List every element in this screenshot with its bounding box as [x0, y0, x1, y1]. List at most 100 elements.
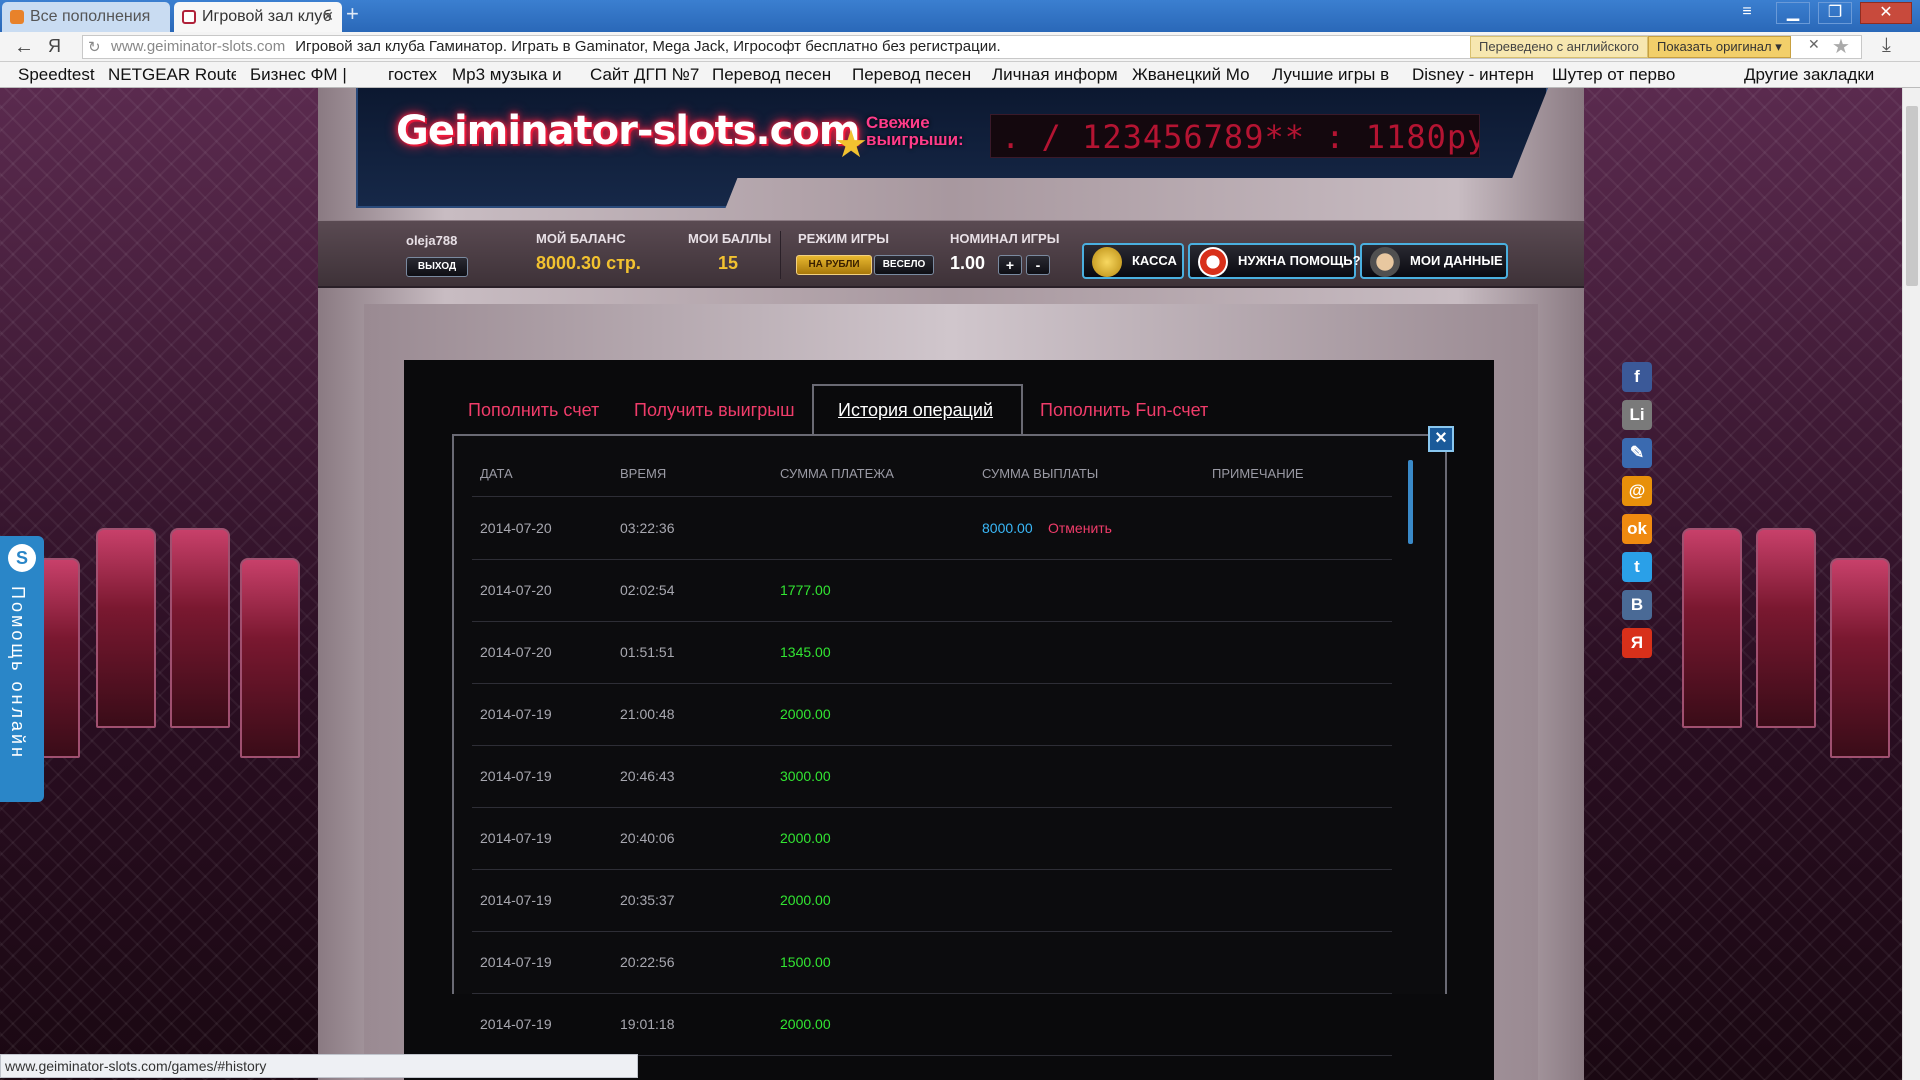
tab-withdraw[interactable]: Получить выигрыш [634, 400, 795, 421]
need-help-button[interactable]: НУЖНА ПОМОЩЬ? [1188, 243, 1361, 279]
mode-rubles-button[interactable]: НА РУБЛИ [796, 255, 872, 275]
show-original-label: Показать оригинал [1657, 39, 1772, 54]
bookmark-item[interactable]: гостех [388, 64, 440, 86]
bookmark-item[interactable]: Лучшие игры в [1272, 64, 1400, 86]
browser-tab-bar: Все пополнения Игровой зал клуб ✕ + ≡ ▁ … [0, 0, 1920, 32]
odnoklassniki-icon[interactable]: ok [1622, 514, 1652, 544]
window-close-icon[interactable]: ✕ [1860, 2, 1912, 24]
table-row: 2014-07-19 20:40:06 2000.00 [472, 808, 1392, 870]
date-cell: 2014-07-19 [480, 768, 552, 784]
bookmark-item[interactable]: NETGEAR Router [108, 64, 236, 86]
slot-machine-image [170, 528, 230, 728]
site-logo[interactable]: Geiminator-slots.com [396, 108, 860, 154]
wins-ticker: . / 123456789** : 1180руб [990, 114, 1480, 158]
tab-history[interactable]: История операций [838, 400, 993, 421]
scrollbar-thumb[interactable] [1906, 106, 1918, 286]
minimize-icon[interactable]: ▁ [1776, 2, 1810, 24]
cashier-label: КАССА [1132, 253, 1177, 268]
lifebuoy-icon [1198, 247, 1228, 277]
bookmark-item[interactable]: Шутер от перво [1552, 64, 1680, 86]
time-cell: 01:51:51 [620, 644, 675, 660]
bookmark-item[interactable]: Speedtest [18, 64, 100, 86]
cancel-link[interactable]: Отменить [1048, 520, 1112, 536]
livejournal-pen-icon[interactable]: ✎ [1622, 438, 1652, 468]
table-row: 2014-07-19 20:35:37 2000.00 [472, 870, 1392, 932]
nominal-plus-button[interactable]: + [998, 255, 1022, 275]
need-help-label: НУЖНА ПОМОЩЬ? [1238, 253, 1361, 268]
points-label: МОИ БАЛЛЫ [688, 231, 772, 246]
close-translation-icon[interactable]: ✕ [1808, 36, 1828, 53]
nominal-minus-button[interactable]: - [1026, 255, 1050, 275]
payment-cell: 2000.00 [780, 830, 831, 846]
mode-fun-button[interactable]: ВЕСЕЛО [874, 255, 934, 275]
payment-cell: 2000.00 [780, 1016, 831, 1032]
casino-background-right [1582, 88, 1902, 1080]
moimir-icon[interactable]: Я [1622, 628, 1652, 658]
mailru-icon[interactable]: @ [1622, 476, 1652, 506]
slot-machine-image [1756, 528, 1816, 728]
time-cell: 20:46:43 [620, 768, 675, 784]
bookmark-item[interactable]: Бизнес ФМ | [250, 64, 374, 86]
bookmark-item[interactable]: Личная информ [992, 64, 1120, 86]
twitter-icon[interactable]: t [1622, 552, 1652, 582]
yandex-logo-icon[interactable]: Я [48, 36, 61, 57]
coins-icon [1092, 247, 1122, 277]
column-header-date: ДАТА [480, 466, 513, 481]
table-row: 2014-07-20 03:22:36 8000.00 Отменить [472, 498, 1392, 560]
bookmark-item[interactable]: Сайт ДГП №7 [590, 64, 700, 86]
time-cell: 21:00:48 [620, 706, 675, 722]
tab-deposit[interactable]: Пополнить счет [468, 400, 599, 421]
bookmark-star-icon[interactable]: ★ [1832, 34, 1850, 59]
table-row: 2014-07-19 20:22:56 1500.00 [472, 932, 1392, 994]
payment-cell: 1500.00 [780, 954, 831, 970]
browser-tab-game-hall[interactable]: Игровой зал клуб ✕ [174, 2, 342, 32]
bookmark-item[interactable]: Перевод песен [852, 64, 980, 86]
table-row: 2014-07-19 21:00:48 2000.00 [472, 684, 1392, 746]
star-icon: ★ [834, 124, 869, 166]
download-icon[interactable]: ⤓ [1882, 34, 1891, 57]
vkontakte-icon[interactable]: B [1622, 590, 1652, 620]
help-online-widget[interactable]: S Помощь онлайн [0, 536, 44, 802]
livejournal-icon[interactable]: Li [1622, 400, 1652, 430]
help-online-label: Помощь онлайн [8, 586, 28, 760]
page-scrollbar[interactable] [1902, 88, 1920, 1080]
nominal-value: 1.00 [950, 253, 986, 273]
tab-close-icon[interactable]: ✕ [322, 8, 334, 25]
payout-cell: 8000.00 [982, 520, 1033, 536]
date-cell: 2014-07-19 [480, 1016, 552, 1032]
maximize-icon[interactable]: ❐ [1818, 2, 1852, 24]
reload-icon[interactable]: ↻ [88, 38, 101, 56]
slot-machine-image [1830, 558, 1890, 758]
date-cell: 2014-07-19 [480, 706, 552, 722]
time-cell: 19:01:18 [620, 1016, 675, 1032]
translated-notice[interactable]: Переведено с английского [1470, 36, 1648, 58]
facebook-icon[interactable]: f [1622, 362, 1652, 392]
tab-label: Все пополнения [30, 8, 151, 25]
points-value: 15 [718, 253, 739, 273]
tab-favicon [10, 10, 24, 24]
url-host: www.geiminator-slots.com [111, 38, 286, 55]
new-tab-icon[interactable]: + [346, 3, 368, 26]
back-arrow-icon[interactable]: ← [14, 36, 34, 59]
other-bookmarks-folder[interactable]: Другие закладки [1744, 64, 1894, 86]
table-scrollbar[interactable] [1408, 460, 1413, 544]
bookmark-item[interactable]: Перевод песен [712, 64, 840, 86]
show-original-button[interactable]: Показать оригинал ▾ [1648, 36, 1791, 58]
column-header-time: ВРЕМЯ [620, 466, 667, 481]
bookmark-item[interactable]: Disney - интерн [1412, 64, 1540, 86]
close-icon[interactable]: × [1428, 426, 1454, 452]
bookmark-item[interactable]: Жванецкий Мо [1132, 64, 1260, 86]
tab-fun-deposit[interactable]: Пополнить Fun-счет [1040, 400, 1208, 421]
payment-cell: 1777.00 [780, 582, 831, 598]
payment-cell: 1345.00 [780, 644, 831, 660]
cashier-button[interactable]: КАССА [1082, 243, 1184, 279]
column-header-payment: СУММА ПЛАТЕЖА [780, 466, 894, 481]
bookmark-item[interactable]: Mp3 музыка и [452, 64, 578, 86]
my-data-button[interactable]: МОИ ДАННЫЕ [1360, 243, 1508, 279]
user-bar: oleja788 ВЫХОД МОЙ БАЛАНС 8000.30 стр. М… [318, 220, 1584, 288]
browser-tab-all-deposits[interactable]: Все пополнения [2, 2, 170, 32]
logout-button[interactable]: ВЫХОД [406, 257, 468, 277]
browser-menu-icon[interactable]: ≡ [1730, 2, 1764, 24]
balance-label: МОЙ БАЛАНС [536, 231, 626, 246]
mode-label: РЕЖИМ ИГРЫ [798, 231, 889, 246]
